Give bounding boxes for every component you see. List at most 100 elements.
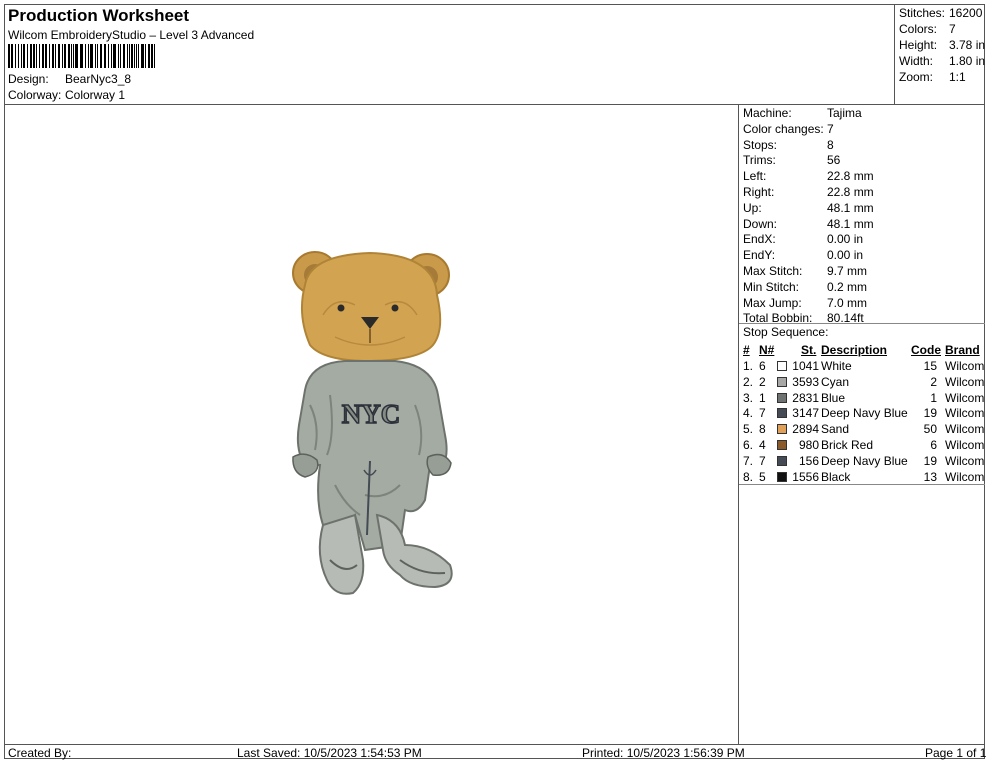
col-header-st: St. (801, 343, 817, 357)
cell-desc: Blue (821, 390, 846, 405)
cell-num: 1. (743, 359, 754, 373)
stop-sequence-row: 7. 7 156 Deep Navy Blue 19 Wilcom (739, 454, 985, 470)
machine-info-value: 7 (827, 121, 834, 136)
page-title: Production Worksheet (8, 6, 190, 25)
stat-value: 3.78 in (949, 38, 986, 52)
cell-st: 1556 (792, 469, 819, 484)
machine-info-label: EndY: (743, 248, 776, 263)
machine-info-label: Machine: (743, 106, 792, 120)
cell-brand: Wilcom (945, 406, 985, 421)
stop-sequence-divider (739, 323, 985, 324)
cell-desc: Sand (821, 422, 850, 437)
color-swatch (777, 361, 787, 371)
cell-brand: Wilcom (945, 390, 985, 405)
cell-st: 3593 (792, 374, 819, 389)
stop-sequence-row: 1. 6 1041 White 15 Wilcom (739, 359, 985, 375)
color-swatch (777, 440, 787, 450)
shirt-nyc-text: NYC (342, 399, 401, 429)
cell-n: 1 (759, 390, 766, 405)
cell-code: 13 (923, 469, 937, 484)
cell-brand: Wilcom (945, 359, 985, 373)
cell-code: 1 (930, 390, 937, 405)
col-header-code: Code (911, 343, 941, 357)
machine-info-label: Left: (743, 169, 767, 184)
color-swatch (777, 455, 787, 466)
cell-code: 19 (923, 406, 937, 421)
stop-sequence-row: 6. 4 980 Brick Red 6 Wilcom (739, 438, 985, 454)
machine-info-value: 7.0 mm (827, 295, 868, 310)
machine-info-label: Max Jump: (743, 295, 802, 310)
cell-brand: Wilcom (945, 438, 985, 452)
stat-label: Height: (899, 38, 938, 52)
machine-info-value: Tajima (827, 106, 862, 120)
cell-st: 1041 (792, 359, 819, 373)
cell-num: 2. (743, 374, 754, 389)
machine-info-value: 22.8 mm (827, 169, 874, 184)
col-header-n: N# (759, 343, 775, 357)
cell-brand: Wilcom (945, 374, 985, 389)
cell-n: 7 (759, 406, 766, 421)
cell-num: 7. (743, 453, 754, 468)
cell-st: 980 (798, 438, 819, 452)
stat-label: Stitches: (899, 6, 946, 20)
machine-info-value: 22.8 mm (827, 185, 874, 199)
cell-n: 4 (759, 438, 766, 452)
cell-desc: White (821, 359, 852, 373)
cell-st: 2894 (792, 422, 819, 437)
stat-label: Zoom: (899, 70, 934, 84)
cell-desc: Cyan (821, 374, 850, 389)
machine-info-value: 8 (827, 137, 834, 152)
machine-info-value: 9.7 mm (827, 264, 868, 278)
design-preview: NYC (5, 105, 738, 744)
machine-info-label: Max Stitch: (743, 264, 803, 278)
machine-info-label: Right: (743, 185, 775, 199)
machine-info-value: 48.1 mm (827, 200, 874, 215)
machine-info-value: 0.00 in (827, 232, 864, 247)
col-header-num: # (743, 343, 750, 357)
stat-value: 1:1 (949, 70, 966, 84)
color-swatch (777, 424, 787, 435)
cell-num: 5. (743, 422, 754, 437)
cell-code: 19 (923, 453, 937, 468)
stat-value: 16200 (949, 6, 983, 20)
color-swatch (777, 376, 787, 387)
cell-code: 6 (930, 438, 937, 452)
machine-info-label: EndX: (743, 232, 776, 247)
stop-sequence-label: Stop Sequence: (743, 325, 829, 339)
cell-code: 50 (923, 422, 937, 437)
design-label: Design: (8, 72, 49, 86)
cell-n: 6 (759, 359, 766, 373)
cell-brand: Wilcom (945, 453, 985, 468)
stop-sequence-row: 5. 8 2894 Sand 50 Wilcom (739, 422, 985, 438)
cell-desc: Black (821, 469, 851, 484)
cell-num: 4. (743, 406, 754, 421)
right-info-panel: Machine: Tajima Color changes: 7 Stops: 8 Trim… (738, 104, 985, 744)
design-value: BearNyc3_8 (65, 72, 132, 86)
col-header-brand: Brand (945, 343, 980, 357)
cell-num: 6. (743, 438, 754, 452)
machine-info-label: Stops: (743, 137, 778, 152)
cell-code: 2 (930, 374, 937, 389)
stop-sequence-row: 2. 2 3593 Cyan 2 Wilcom (739, 375, 985, 391)
machine-info-label: Down: (743, 216, 778, 231)
color-swatch (777, 392, 787, 403)
cell-desc: Deep Navy Blue (821, 453, 908, 468)
table-bottom-divider (739, 484, 985, 485)
machine-info-value: 0.2 mm (827, 279, 868, 294)
created-by: Created By: (8, 746, 72, 760)
stats-box: Stitches: 16200 Colors: 7 Height: 3.78 in W… (894, 4, 985, 104)
cell-code: 15 (923, 359, 937, 373)
cell-num: 8. (743, 469, 754, 484)
stat-label: Colors: (899, 22, 938, 36)
machine-info-value: 48.1 mm (827, 216, 874, 231)
cell-brand: Wilcom (945, 469, 985, 484)
machine-info-label: Min Stitch: (743, 279, 800, 294)
last-saved: Last Saved: 10/5/2023 1:54:53 PM (237, 746, 422, 760)
cell-n: 8 (759, 422, 766, 437)
cell-n: 7 (759, 453, 766, 468)
color-swatch (777, 408, 787, 419)
machine-info-label: Trims: (743, 153, 776, 168)
footer-divider (4, 744, 985, 745)
color-swatch (777, 471, 787, 482)
cell-brand: Wilcom (945, 422, 985, 437)
